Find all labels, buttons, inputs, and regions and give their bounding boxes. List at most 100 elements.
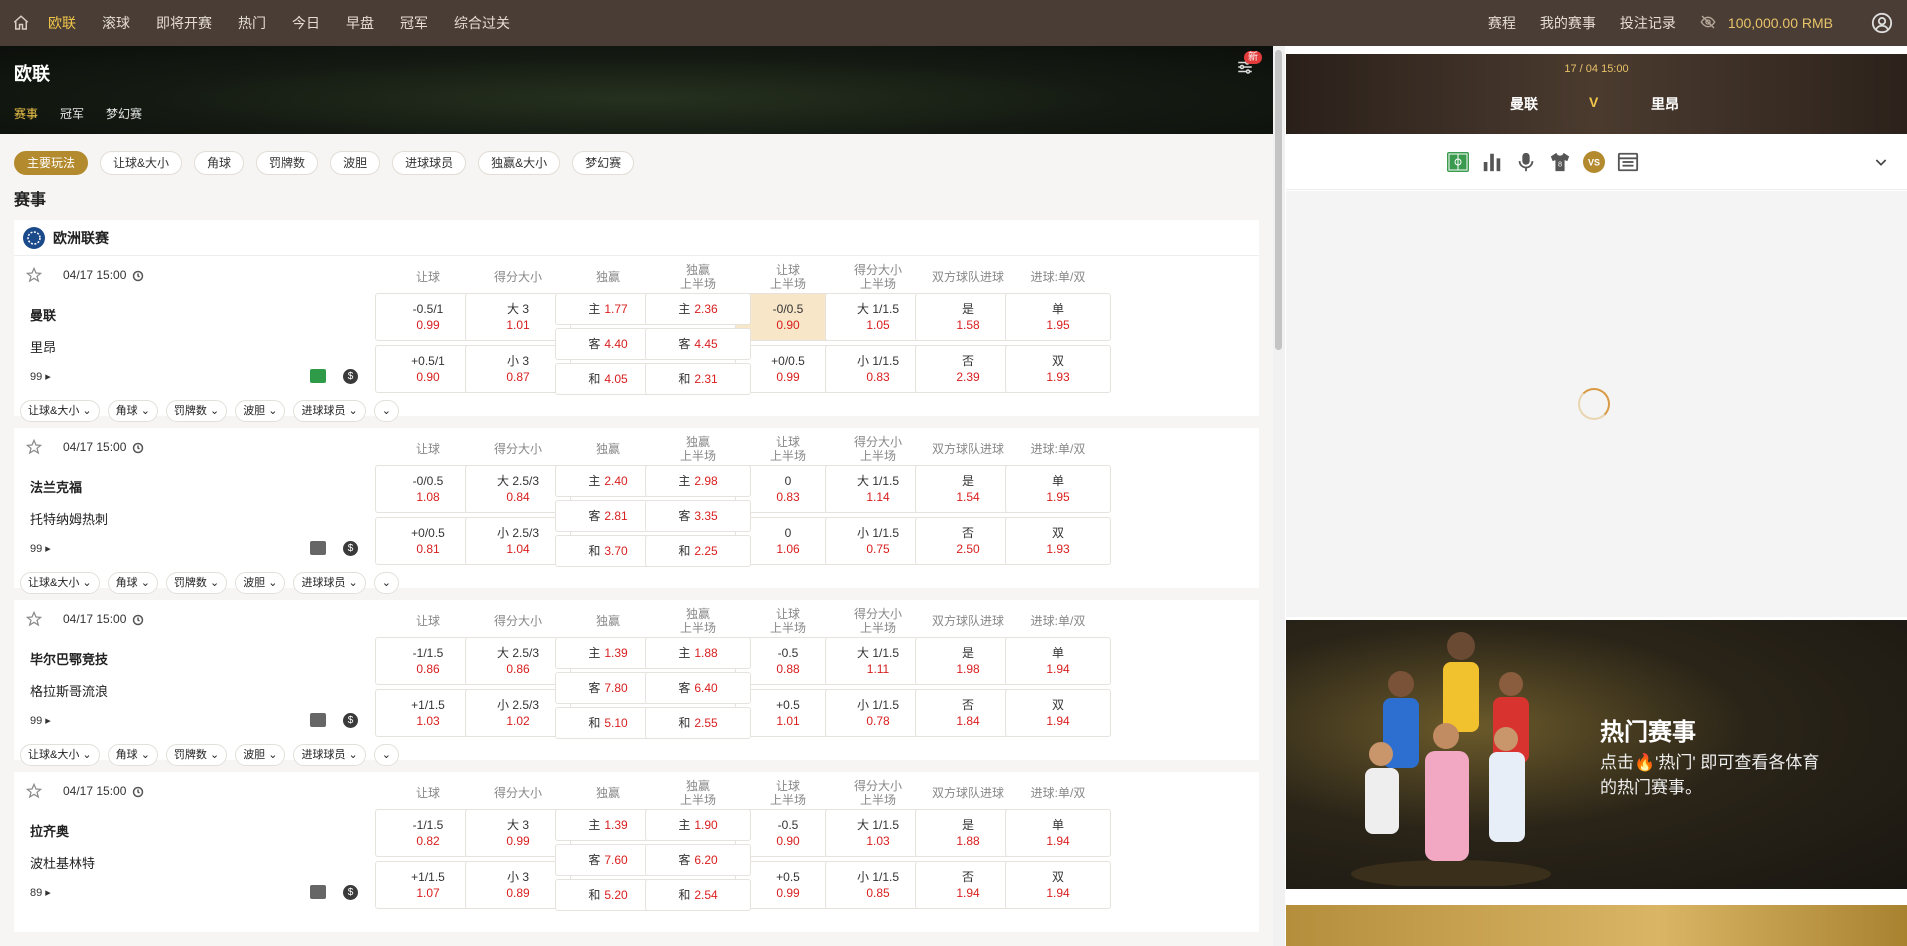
bet-type-chip-1[interactable]: 让球&大小	[100, 151, 183, 175]
more-markets-link[interactable]: 99 ▸	[30, 370, 51, 383]
market-tab[interactable]: 让球&大小 ⌄	[20, 572, 100, 594]
home-team[interactable]: 法兰克福	[30, 477, 82, 496]
odds-button[interactable]: 双 1.94	[1005, 861, 1111, 909]
market-tab[interactable]: 角球 ⌄	[107, 572, 158, 594]
odds-button[interactable]: 单 1.95	[1005, 293, 1111, 341]
bet-type-chip-4[interactable]: 波胆	[330, 151, 381, 175]
tab-fantasy[interactable]: 梦幻赛	[106, 105, 142, 122]
hot-events-promo-banner[interactable]: 热门赛事 点击🔥'热门' 即可查看各体育的热门赛事。	[1286, 620, 1907, 889]
expand-markets-button[interactable]: ⌄	[373, 572, 399, 594]
odds-button[interactable]: 主 1.90	[645, 809, 751, 841]
nav-item-5[interactable]: 早盘	[346, 13, 374, 33]
bet-history-link[interactable]: 投注记录	[1620, 13, 1676, 33]
nav-item-1[interactable]: 滚球	[102, 13, 130, 33]
market-tab[interactable]: 罚牌数 ⌄	[165, 400, 228, 422]
bet-type-chip-6[interactable]: 独赢&大小	[478, 151, 561, 175]
odds-button[interactable]: 单 1.95	[1005, 465, 1111, 513]
nav-item-3[interactable]: 热门	[238, 13, 266, 33]
odds-button[interactable]: 和 2.54	[645, 879, 751, 911]
market-tab[interactable]: 进球球员 ⌄	[293, 572, 366, 594]
odds-button[interactable]: 双 1.93	[1005, 517, 1111, 565]
my-matches-link[interactable]: 我的赛事	[1540, 13, 1596, 33]
pitch-view-icon[interactable]	[310, 369, 326, 383]
market-tab[interactable]: 进球球员 ⌄	[293, 744, 366, 766]
nav-item-2[interactable]: 即将开赛	[156, 13, 212, 33]
market-tab[interactable]: 罚牌数 ⌄	[165, 572, 228, 594]
odds-button[interactable]: 和 2.55	[645, 707, 751, 739]
secondary-promo-banner[interactable]	[1286, 905, 1907, 946]
chevron-down-icon[interactable]	[1869, 150, 1893, 174]
favorite-star-icon[interactable]	[25, 782, 43, 799]
commentary-mic-icon[interactable]	[1514, 150, 1538, 174]
market-tab[interactable]: 波胆 ⌄	[235, 572, 286, 594]
scrollbar-thumb[interactable]	[1275, 50, 1282, 350]
market-tab[interactable]: 波胆 ⌄	[235, 744, 286, 766]
cashout-icon[interactable]: $	[343, 541, 358, 556]
pitch-view-icon[interactable]	[310, 541, 326, 555]
head-to-head-icon[interactable]: VS	[1582, 150, 1606, 174]
live-video-area[interactable]	[1286, 191, 1907, 617]
tab-matches[interactable]: 赛事	[14, 105, 38, 122]
market-tab[interactable]: 让球&大小 ⌄	[20, 400, 100, 422]
cashout-icon[interactable]: $	[343, 713, 358, 728]
more-markets-link[interactable]: 99 ▸	[30, 542, 51, 555]
schedule-link[interactable]: 赛程	[1488, 13, 1516, 33]
odds-button[interactable]: 单 1.94	[1005, 809, 1111, 857]
bet-type-chip-3[interactable]: 罚牌数	[256, 151, 319, 175]
odds-button[interactable]: 和 2.25	[645, 535, 751, 567]
odds-button[interactable]: 客 6.40	[645, 672, 751, 704]
odds-button[interactable]: 主 2.36	[645, 293, 751, 325]
odds-button[interactable]: 双 1.94	[1005, 689, 1111, 737]
nav-item-7[interactable]: 综合过关	[454, 13, 510, 33]
odds-button[interactable]: 客 3.35	[645, 500, 751, 532]
bet-type-chip-5[interactable]: 进球球员	[392, 151, 467, 175]
tab-champion[interactable]: 冠军	[60, 105, 84, 122]
market-tab[interactable]: 让球&大小 ⌄	[20, 744, 100, 766]
expand-markets-button[interactable]: ⌄	[373, 400, 399, 422]
statistics-icon[interactable]	[1480, 150, 1504, 174]
odds-button[interactable]: 双 1.93	[1005, 345, 1111, 393]
odds-button[interactable]: 单 1.94	[1005, 637, 1111, 685]
odds-button[interactable]: 客 4.45	[645, 328, 751, 360]
nav-item-0[interactable]: 欧联	[48, 13, 76, 33]
market-tab[interactable]: 角球 ⌄	[107, 744, 158, 766]
pitch-view-icon[interactable]	[310, 885, 326, 899]
favorite-star-icon[interactable]	[25, 266, 43, 283]
expand-markets-button[interactable]: ⌄	[373, 744, 399, 766]
more-markets-link[interactable]: 99 ▸	[30, 714, 51, 727]
away-team[interactable]: 格拉斯哥流浪	[30, 681, 108, 700]
home-team[interactable]: 拉齐奥	[30, 821, 69, 840]
home-team[interactable]: 曼联	[30, 305, 56, 324]
bet-type-chip-0[interactable]: 主要玩法	[14, 151, 89, 175]
odds-button[interactable]: 主 2.98	[645, 465, 751, 497]
bet-type-chip-2[interactable]: 角球	[194, 151, 245, 175]
hide-balance-icon[interactable]	[1700, 14, 1716, 33]
cashout-icon[interactable]: $	[343, 885, 358, 900]
odds-button[interactable]: 和 2.31	[645, 363, 751, 395]
favorite-star-icon[interactable]	[25, 438, 43, 455]
away-team[interactable]: 托特纳姆热刺	[30, 509, 108, 528]
odds-button[interactable]: 主 1.88	[645, 637, 751, 669]
market-tab[interactable]: 罚牌数 ⌄	[165, 744, 228, 766]
away-team[interactable]: 里昂	[30, 337, 56, 356]
market-tab[interactable]: 角球 ⌄	[107, 400, 158, 422]
scrollbar[interactable]	[1273, 46, 1285, 946]
more-markets-link[interactable]: 89 ▸	[30, 886, 51, 899]
nav-item-4[interactable]: 今日	[292, 13, 320, 33]
standings-table-icon[interactable]	[1616, 150, 1640, 174]
pitch-view-icon[interactable]	[310, 713, 326, 727]
away-team[interactable]: 波杜基林特	[30, 853, 95, 872]
market-tab[interactable]: 进球球员 ⌄	[293, 400, 366, 422]
lineup-jersey-icon[interactable]: 8	[1548, 150, 1572, 174]
nav-item-6[interactable]: 冠军	[400, 13, 428, 33]
pitch-animation-icon[interactable]	[1446, 150, 1470, 174]
user-account-icon[interactable]	[1871, 12, 1893, 34]
odds-button[interactable]: 客 6.20	[645, 844, 751, 876]
bet-type-chip-7[interactable]: 梦幻赛	[572, 151, 635, 175]
cashout-icon[interactable]: $	[343, 369, 358, 384]
home-team[interactable]: 毕尔巴鄂竞技	[30, 649, 108, 668]
league-row[interactable]: 欧洲联赛	[14, 220, 1259, 256]
market-tab[interactable]: 波胆 ⌄	[235, 400, 286, 422]
home-icon[interactable]	[10, 12, 32, 34]
favorite-star-icon[interactable]	[25, 610, 43, 627]
